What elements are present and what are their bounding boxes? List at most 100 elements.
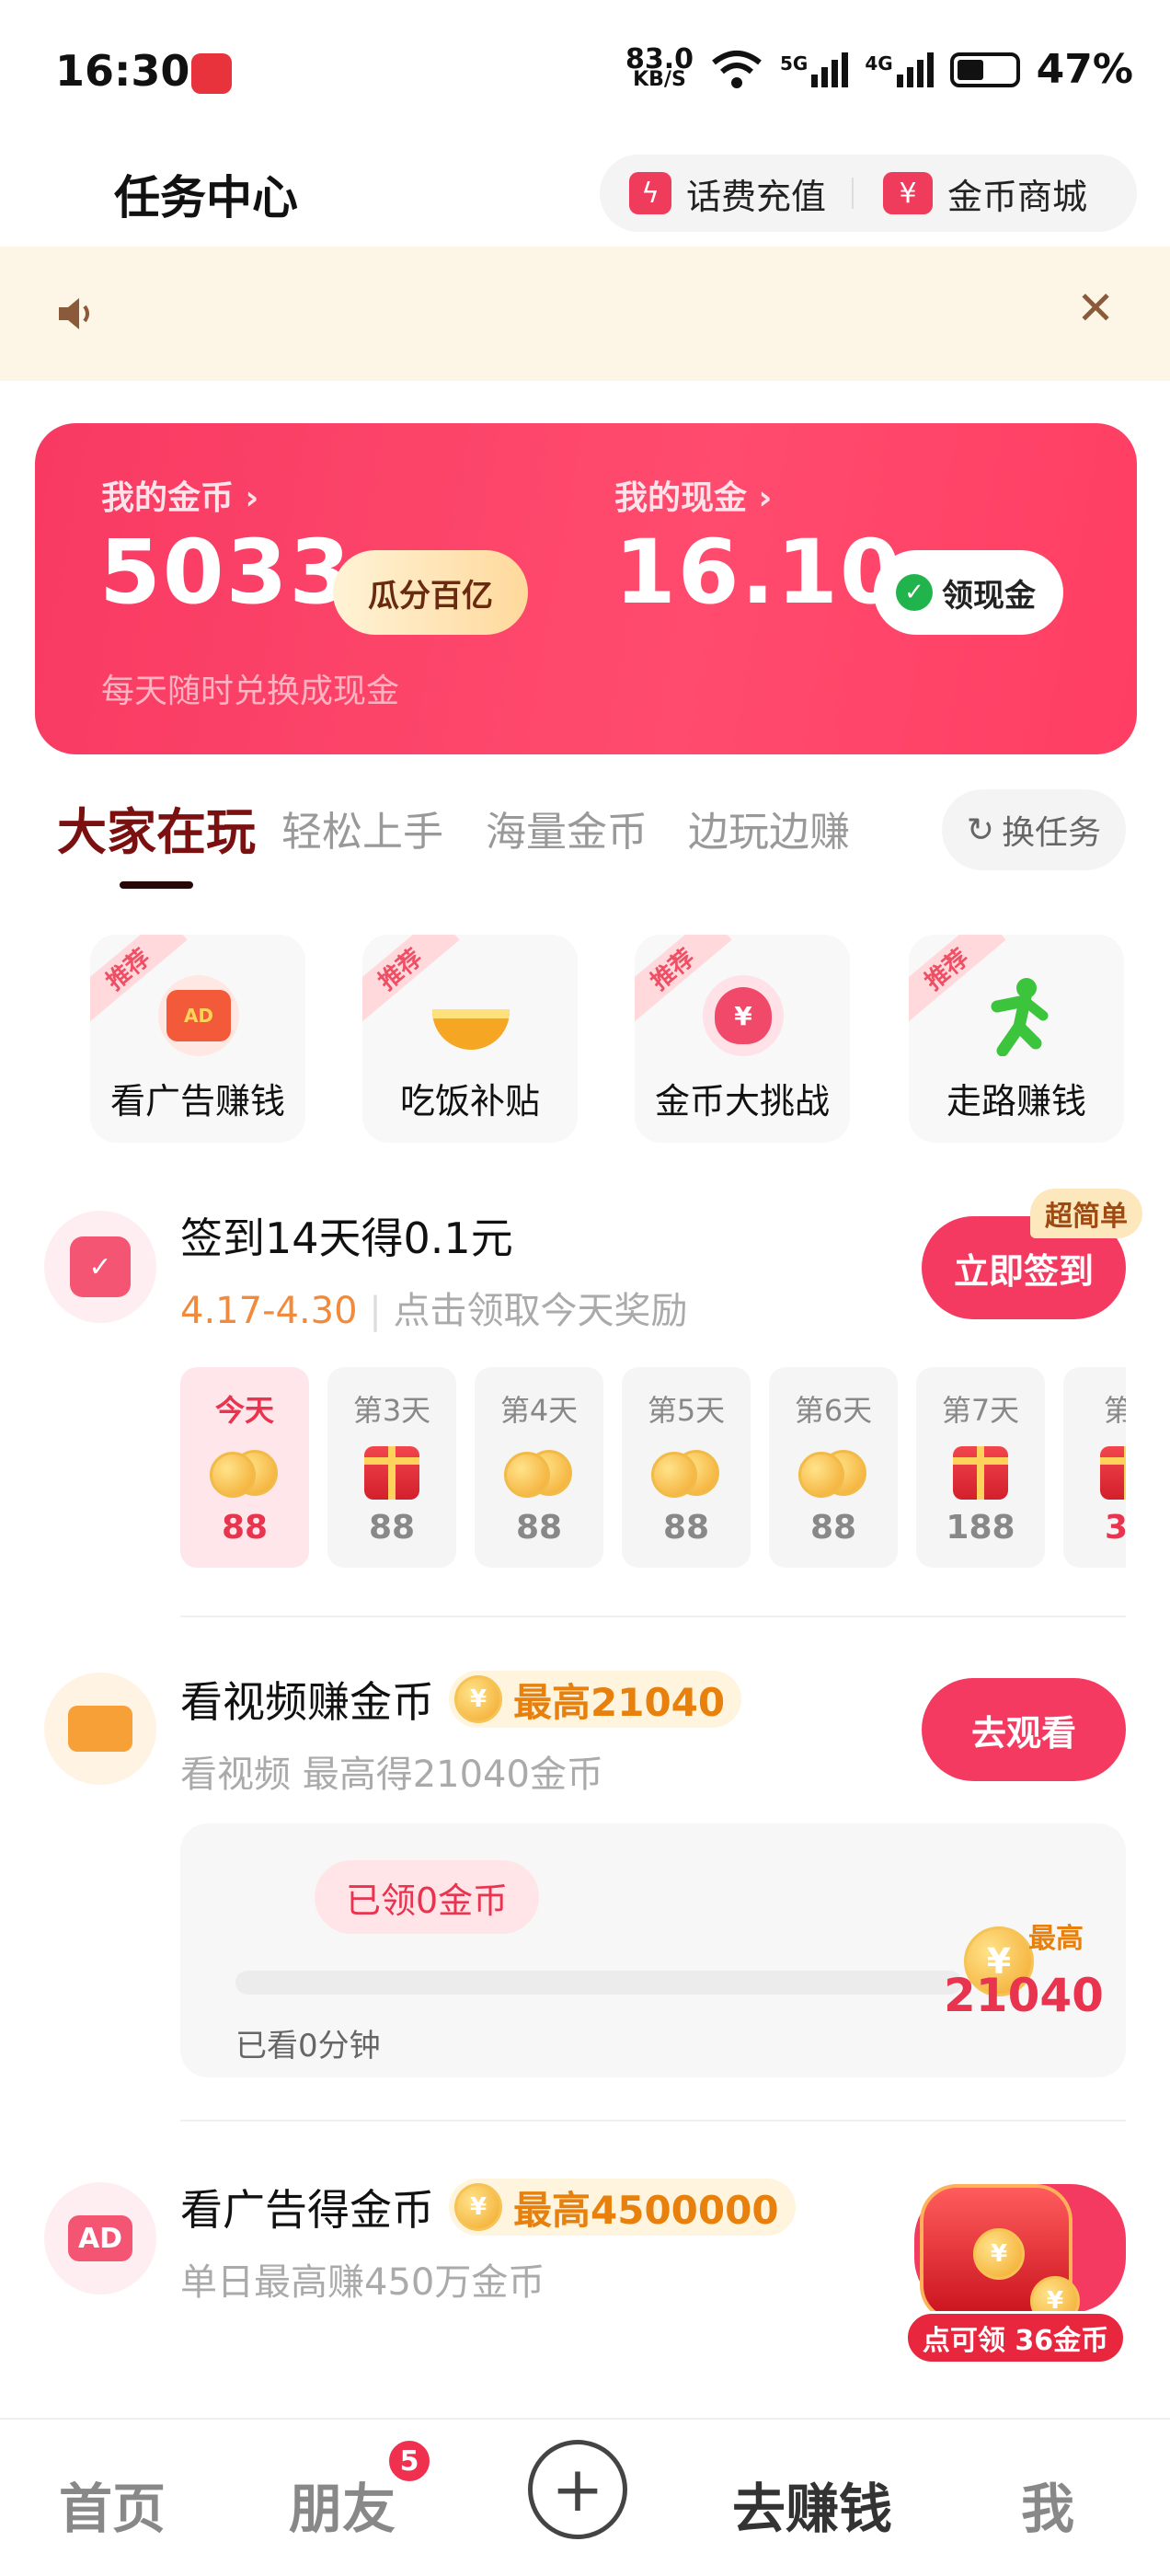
- super-easy-badge: 超简单: [1030, 1189, 1142, 1238]
- ad-task-title: 看广告得金币: [180, 2185, 434, 2235]
- checkin-hint: 点击领取今天奖励: [393, 1290, 688, 1332]
- coins-hint: 每天随时兑换成现金: [101, 673, 400, 710]
- share-billions-button[interactable]: 瓜分百亿: [333, 550, 528, 635]
- money-bag-icon: ¥: [703, 975, 784, 1056]
- status-bar: 16:30 83.0 KB/S 5G 4G 47%: [0, 0, 1170, 138]
- app-notification-icon: [191, 53, 232, 94]
- video-task-title: 看视频赚金币: [180, 1677, 434, 1727]
- checkin-day[interactable]: 第3天 88: [327, 1367, 456, 1568]
- section-divider: [180, 2120, 1126, 2122]
- gift-icon: [942, 1446, 1019, 1500]
- speaker-icon: [59, 298, 89, 329]
- video-task-subtitle: 看视频 最高得21040金币: [180, 1754, 603, 1796]
- coins-link[interactable]: 我的金币 ›: [101, 471, 258, 519]
- friends-badge: 5: [386, 2438, 432, 2484]
- section-divider: [180, 1616, 1126, 1617]
- net-speed: 83.0 KB/S: [625, 42, 694, 91]
- tab-play-earn[interactable]: 边玩边赚: [688, 799, 850, 857]
- post-plus-button[interactable]: +: [528, 2440, 627, 2539]
- tv-ad-icon: AD: [158, 975, 239, 1056]
- claimed-coins-bubble: 已领0金币: [315, 1860, 540, 1934]
- refresh-icon: ↻: [966, 811, 995, 849]
- ad-reward-pill: ¥ 最高4500000: [449, 2179, 796, 2236]
- calendar-icon: ✓: [44, 1211, 156, 1323]
- ad-icon: AD: [44, 2182, 156, 2294]
- checkin-subtitle: 4.17-4.30 | 点击领取今天奖励: [180, 1290, 688, 1332]
- recommend-label: 走路赚钱: [946, 1081, 1086, 1121]
- checkin-title: 签到14天得0.1元: [180, 1213, 513, 1263]
- ad-task-subtitle: 单日最高赚450万金币: [180, 2261, 545, 2304]
- checkin-day[interactable]: 第4天 88: [475, 1367, 603, 1568]
- cash-link[interactable]: 我的现金 ›: [614, 471, 772, 519]
- nav-earn[interactable]: 去赚钱: [732, 2466, 892, 2543]
- checkin-date-range: 4.17-4.30: [180, 1290, 358, 1332]
- checkin-day[interactable]: 第6天 88: [769, 1367, 898, 1568]
- video-reward-pill: ¥ 最高21040: [449, 1671, 742, 1728]
- wifi-icon: [712, 50, 762, 88]
- coin-mall-link[interactable]: ¥ 金币商城: [854, 168, 1087, 219]
- status-time: 16:30: [55, 46, 190, 96]
- coin-stack-icon: [648, 1446, 725, 1500]
- coin-icon: ¥: [454, 1675, 502, 1723]
- wechat-icon: ✓: [896, 574, 933, 611]
- recommend-card-meal[interactable]: 推荐 吃饭补贴: [362, 935, 578, 1143]
- coupon-icon: ¥: [883, 172, 934, 214]
- red-envelope-popup[interactable]: ¥ ¥ 点可领 36金币: [905, 2184, 1126, 2364]
- coin-stack-icon: [795, 1446, 872, 1500]
- recharge-link[interactable]: ϟ 话费充值: [600, 168, 826, 219]
- checkin-day[interactable]: 今天 88: [180, 1367, 309, 1568]
- coin-stack-icon: [206, 1446, 283, 1500]
- wallet-card: 我的金币 › 5033 瓜分百亿 每天随时兑换成现金 我的现金 › 16.10 …: [35, 423, 1137, 754]
- nav-friends[interactable]: 朋友: [289, 2466, 396, 2543]
- page-title: 任务中心: [114, 171, 298, 224]
- checkin-day-clip: 第1 30: [1063, 1367, 1126, 1568]
- quick-links: ϟ 话费充值 ¥ 金币商城: [600, 155, 1137, 232]
- tab-easy[interactable]: 轻松上手: [281, 799, 443, 857]
- tab-massive-coins[interactable]: 海量金币: [486, 799, 648, 857]
- bottom-nav: 首页 朋友 5 + 去赚钱 我: [0, 2418, 1170, 2576]
- swap-label: 换任务: [1002, 814, 1102, 852]
- swap-tasks-button[interactable]: ↻ 换任务: [942, 789, 1126, 870]
- close-notice-icon[interactable]: ✕: [1076, 282, 1115, 335]
- coin-icon: ¥: [973, 2228, 1025, 2280]
- recommend-label: 吃饭补贴: [399, 1081, 540, 1121]
- recommend-card-walk[interactable]: 推荐 走路赚钱: [909, 935, 1124, 1143]
- signal-5g-icon: 5G: [780, 52, 849, 87]
- recharge-label: 话费充值: [686, 176, 827, 217]
- recommend-card-ad[interactable]: 推荐 AD 看广告赚钱: [90, 935, 305, 1143]
- watch-video-button[interactable]: 去观看: [922, 1678, 1126, 1781]
- notice-bar: ✕: [0, 247, 1170, 381]
- noodle-bowl-icon: [430, 975, 511, 1056]
- nav-me[interactable]: 我: [1021, 2466, 1074, 2543]
- status-right: 83.0 KB/S 5G 4G 47%: [625, 42, 1133, 93]
- signal-4g-icon: 4G: [865, 52, 934, 87]
- ad-task-header: 看广告得金币 ¥ 最高4500000: [180, 2177, 796, 2237]
- withdraw-cash-button[interactable]: ✓ 领现金: [874, 550, 1063, 635]
- recommend-label: 看广告赚钱: [109, 1081, 285, 1121]
- running-man-icon: [977, 975, 1058, 1056]
- gift-icon: [353, 1446, 430, 1500]
- recommend-card-challenge[interactable]: 推荐 ¥ 金币大挑战: [635, 935, 850, 1143]
- video-camera-icon: [44, 1673, 156, 1785]
- video-task-header: 看视频赚金币 ¥ 最高21040: [180, 1669, 742, 1730]
- nav-home[interactable]: 首页: [59, 2466, 166, 2543]
- checkin-day[interactable]: 第1 30: [1063, 1367, 1126, 1568]
- max-label: 最高: [1028, 1923, 1084, 1955]
- claim-coins-label: 点可领 36金币: [905, 2311, 1126, 2364]
- checkin-day[interactable]: 第7天 188: [916, 1367, 1045, 1568]
- video-progress-box: 已领0金币 已看0分钟 ¥ 最高 21040: [180, 1823, 1126, 2077]
- battery-icon: [949, 52, 1020, 87]
- max-coins-value: 21040: [944, 1969, 1104, 2022]
- cash-value: 16.10: [614, 521, 903, 624]
- active-tab-indicator: [120, 881, 193, 889]
- coin-stack-icon: [500, 1446, 578, 1500]
- checkin-day[interactable]: 第5天 88: [622, 1367, 751, 1568]
- coins-value: 5033: [99, 521, 353, 624]
- video-progress-track: [235, 1971, 962, 1995]
- tab-popular[interactable]: 大家在玩: [57, 791, 256, 864]
- recommend-label: 金币大挑战: [654, 1081, 830, 1121]
- withdraw-label: 领现金: [942, 577, 1036, 615]
- coin-icon: ¥: [454, 2183, 502, 2231]
- lightning-icon: ϟ: [629, 172, 671, 214]
- coin-mall-label: 金币商城: [947, 176, 1088, 217]
